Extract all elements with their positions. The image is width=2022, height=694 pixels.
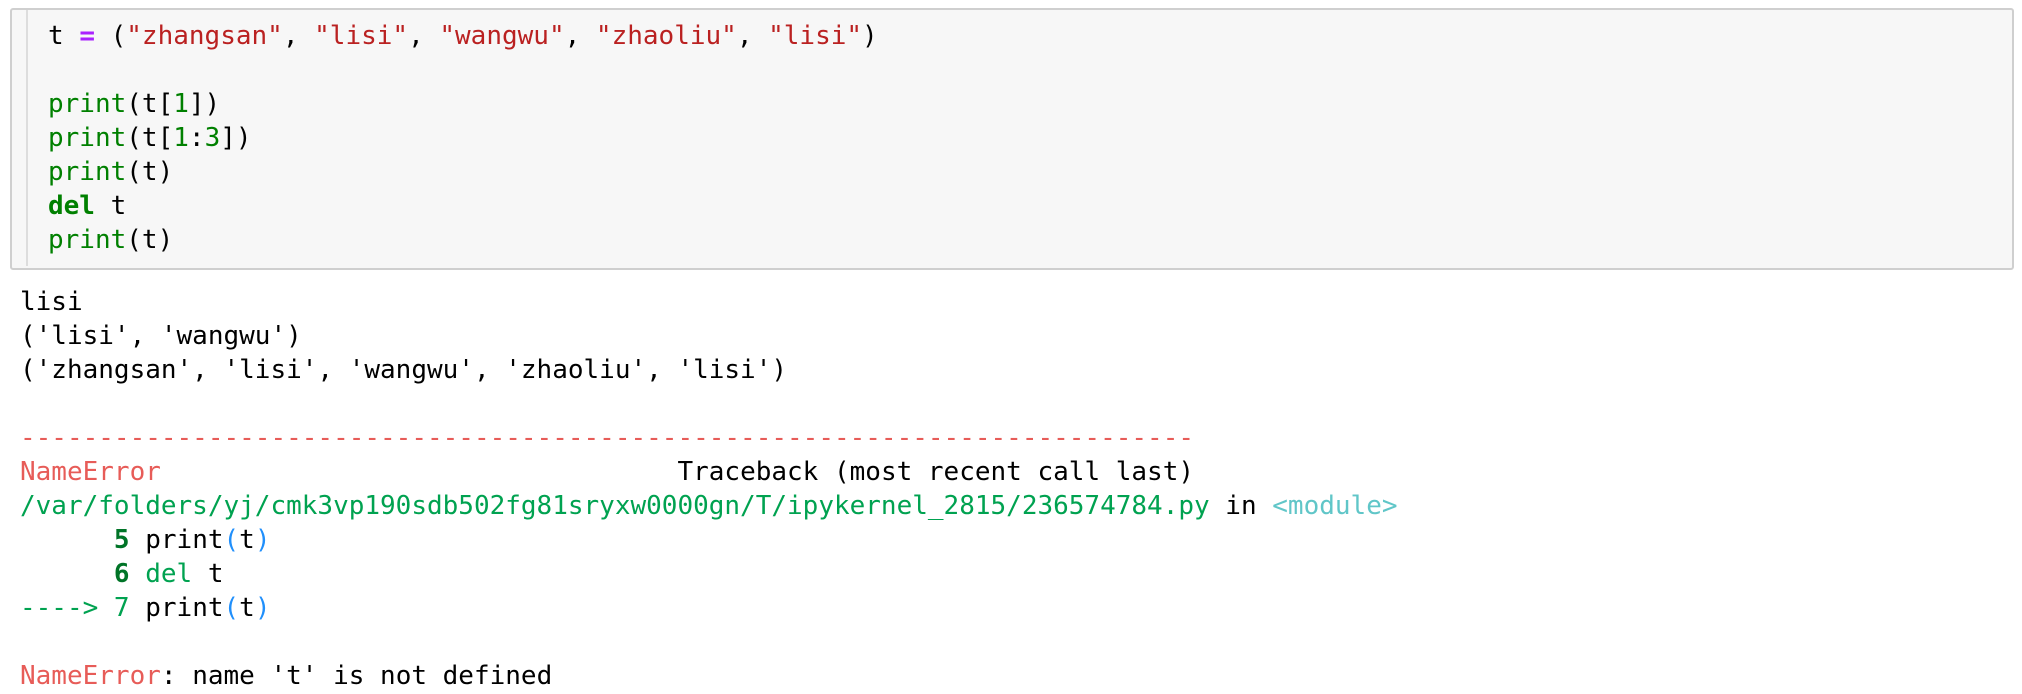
- code-line-6: del t: [48, 191, 127, 221]
- traceback-file-path: /var/folders/yj/cmk3vp190sdb502fg81sryxw…: [20, 491, 1210, 521]
- stdout-line: lisi: [20, 287, 83, 317]
- stdout-line: ('zhangsan', 'lisi', 'wangwu', 'zhaoliu'…: [20, 355, 788, 385]
- code-line-5: print(t): [48, 157, 174, 187]
- final-error-message: : name 't' is not defined: [160, 661, 553, 691]
- traceback-location: /var/folders/yj/cmk3vp190sdb502fg81sryxw…: [20, 491, 1398, 521]
- traceback-divider: ----------------------------------------…: [20, 423, 1194, 453]
- traceback-header: Traceback (most recent call last): [677, 457, 1195, 487]
- traceback-frame-7: ----> 7 print(t): [20, 593, 271, 623]
- code-editor[interactable]: t = ("zhangsan", "lisi", "wangwu", "zhao…: [48, 19, 878, 257]
- code-line-3: print(t[1]): [48, 89, 221, 119]
- code-line-4: print(t[1:3]): [48, 123, 252, 153]
- cell-output: lisi ('lisi', 'wangwu') ('zhangsan', 'li…: [20, 285, 1398, 693]
- traceback-frame-6: 6 del t: [113, 559, 224, 589]
- final-error-line: NameError: name 't' is not defined: [20, 661, 552, 691]
- traceback-frame-5: 5 print(t): [113, 525, 271, 555]
- code-line-7: print(t): [48, 225, 174, 255]
- traceback-header-line: NameError Traceback (most recent call la…: [20, 457, 1194, 487]
- cell-gutter-line: [26, 10, 28, 266]
- traceback-module: <module>: [1272, 491, 1398, 521]
- traceback-arrow: ---->: [20, 593, 114, 623]
- code-line-1: t = ("zhangsan", "lisi", "wangwu", "zhao…: [48, 21, 878, 51]
- stdout-line: ('lisi', 'wangwu'): [20, 321, 302, 351]
- error-name: NameError: [20, 457, 161, 487]
- final-error-name: NameError: [20, 661, 161, 691]
